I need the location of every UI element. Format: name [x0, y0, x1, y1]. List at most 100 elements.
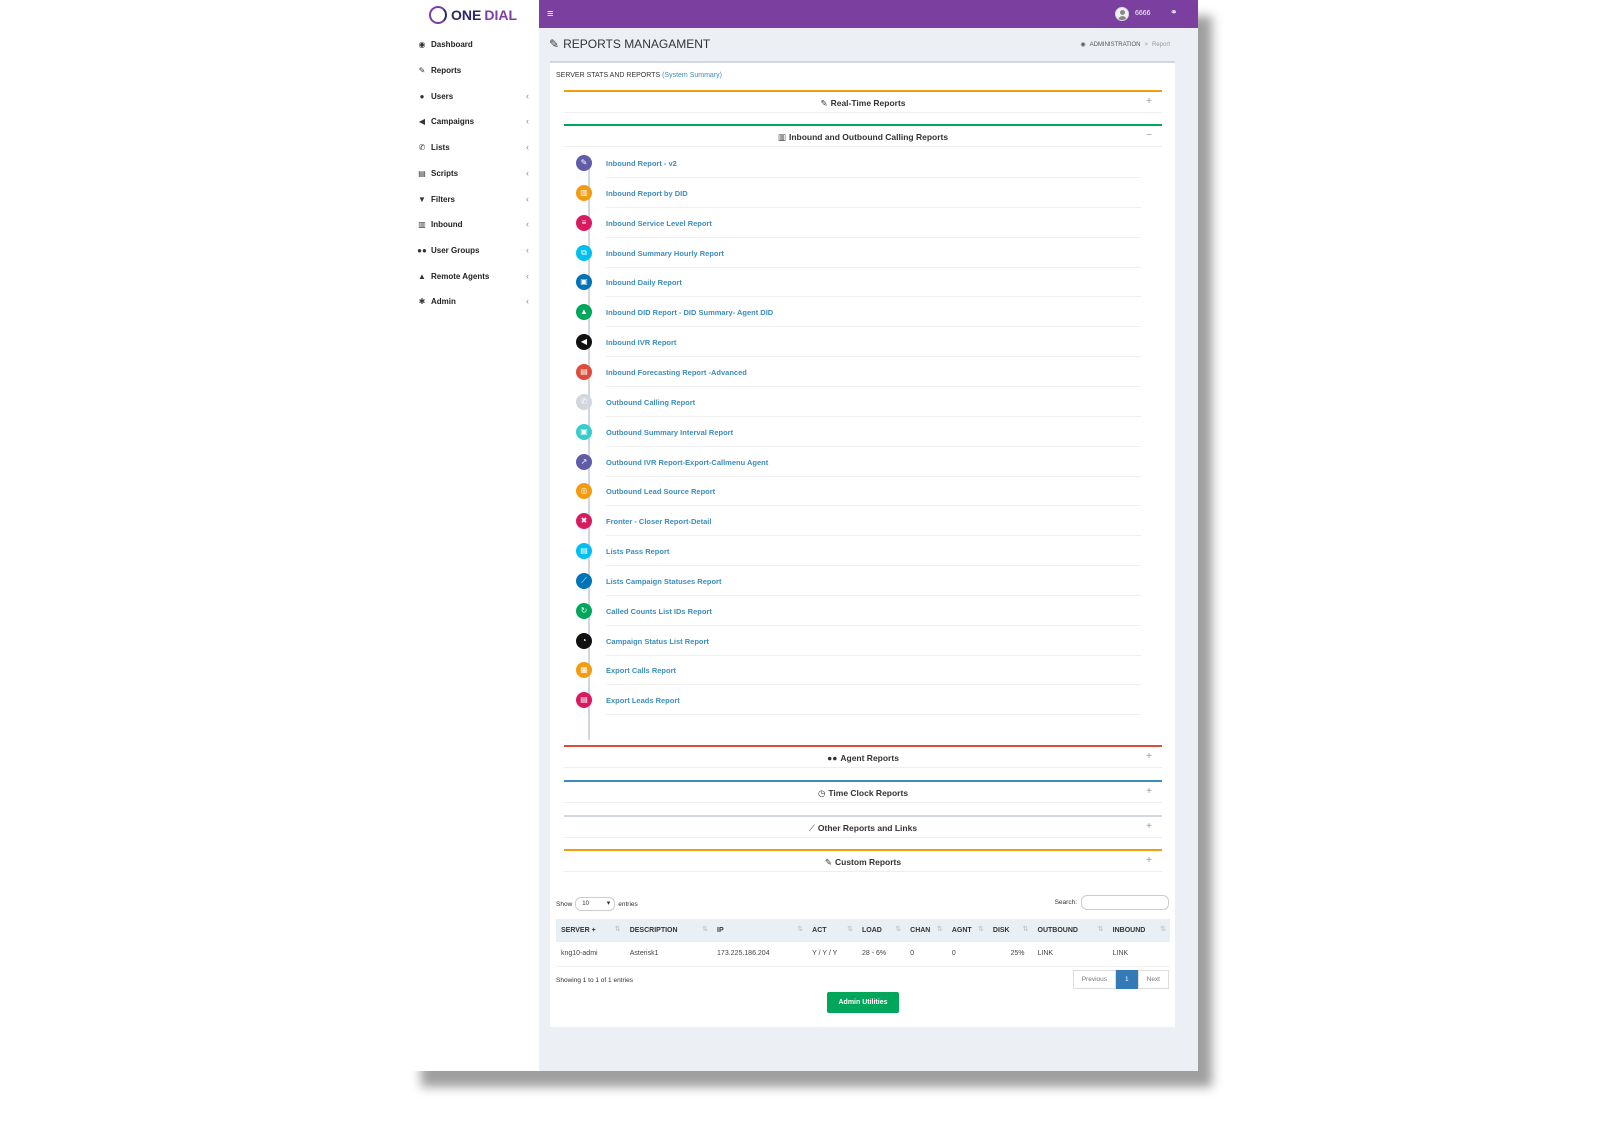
report-list-item: ⟋ Lists Campaign Statuses Report	[576, 570, 1141, 600]
report-link[interactable]: Outbound Summary Interval Report	[606, 428, 733, 437]
report-divider	[606, 505, 1141, 507]
reports-box: SERVER STATS AND REPORTS (System Summary…	[550, 61, 1175, 1027]
panel-title: ◷ Time Clock Reports	[564, 788, 1162, 799]
pagination: Previous 1 Next	[1072, 970, 1169, 989]
column-header[interactable]: AGNT ⇅	[946, 919, 988, 942]
sort-icon[interactable]: ⇅	[797, 925, 803, 933]
report-icon: ◔	[576, 632, 592, 649]
panel-realtime-reports[interactable]: ✎ Real-Time Reports +	[564, 90, 1162, 113]
sidebar-item-admin[interactable]: ✱ Admin ‹	[407, 291, 539, 311]
brand-logo[interactable]: ONE DIAL	[429, 4, 517, 26]
sort-icon[interactable]: ⇅	[978, 925, 984, 933]
column-header[interactable]: OUTBOUND ⇅	[1032, 919, 1108, 942]
entries-select[interactable]: 10	[575, 897, 616, 911]
column-header[interactable]: SERVER + ⇅	[556, 919, 625, 942]
admin-utilities-button[interactable]: Admin Utilities	[827, 992, 899, 1013]
column-header[interactable]: CHAN ⇅	[905, 919, 947, 942]
expand-icon[interactable]: +	[1146, 751, 1152, 762]
report-link[interactable]: Outbound Lead Source Report	[606, 487, 715, 496]
expand-icon[interactable]: +	[1146, 96, 1152, 107]
panel-calling-reports[interactable]: ▥ Inbound and Outbound Calling Reports −	[564, 124, 1162, 147]
report-list-item: ↗ Outbound IVR Report-Export-Callmenu Age…	[576, 451, 1141, 481]
sort-icon[interactable]: ⇅	[1098, 925, 1104, 933]
search-input[interactable]	[1081, 895, 1169, 910]
avatar[interactable]	[1115, 7, 1129, 21]
breadcrumb-administration[interactable]: ADMINISTRATION	[1090, 42, 1141, 48]
report-icon: ▣	[576, 423, 592, 440]
next-page-button[interactable]: Next	[1137, 970, 1169, 989]
report-link[interactable]: Lists Pass Report	[606, 547, 669, 556]
box-heading-text: SERVER STATS AND REPORTS	[556, 72, 661, 79]
sort-icon[interactable]: ⇅	[615, 925, 621, 933]
sort-icon[interactable]: ⇅	[895, 925, 901, 933]
share-icon[interactable]: ⚭	[1170, 7, 1178, 18]
table-cell[interactable]: LINK	[1107, 942, 1170, 967]
column-header-label: OUTBOUND	[1037, 927, 1078, 934]
column-header[interactable]: INBOUND ⇅	[1107, 919, 1170, 942]
report-link[interactable]: Export Calls Report	[606, 666, 676, 675]
username[interactable]: 6666	[1135, 10, 1151, 17]
panel-title: ●● Agent Reports	[564, 753, 1162, 763]
sidebar-item-lists[interactable]: ✆ Lists ‹	[407, 137, 539, 157]
expand-icon[interactable]: +	[1146, 821, 1152, 832]
system-summary-link[interactable]: (System Summary)	[662, 72, 722, 79]
show-label: Show	[556, 900, 573, 908]
previous-page-button[interactable]: Previous	[1072, 970, 1116, 989]
report-link[interactable]: Campaign Status List Report	[606, 637, 709, 646]
breadcrumb-current: Report	[1151, 41, 1170, 48]
column-header[interactable]: LOAD ⇅	[857, 919, 906, 942]
sidebar-item-users[interactable]: ● Users ‹	[407, 86, 539, 106]
report-link[interactable]: Inbound Service Level Report	[606, 219, 712, 228]
report-link[interactable]: Inbound IVR Report	[606, 338, 676, 347]
report-link[interactable]: Inbound Report by DID	[606, 189, 688, 198]
report-link[interactable]: Export Leads Report	[606, 696, 680, 705]
expand-icon[interactable]: +	[1146, 786, 1152, 797]
sidebar-item-scripts[interactable]: ▤ Scripts ‹	[407, 163, 539, 183]
report-link[interactable]: Lists Campaign Statuses Report	[606, 577, 721, 586]
bullhorn-icon: ◀	[418, 116, 426, 126]
chevron-left-icon: ‹	[526, 296, 529, 306]
sidebar-item-reports[interactable]: ✎ Reports	[407, 60, 539, 80]
report-link[interactable]: Inbound Report - v2	[606, 159, 677, 168]
sidebar-item-label: Inbound	[431, 219, 463, 229]
panel-title: ✎ Real-Time Reports	[564, 98, 1162, 109]
sidebar-item-filters[interactable]: ▼ Filters ‹	[407, 189, 539, 209]
report-icon: ✖	[576, 513, 592, 530]
sort-icon[interactable]: ⇅	[702, 925, 708, 933]
report-link[interactable]: Fronter - Closer Report-Detail	[606, 517, 711, 526]
table-search: Search:	[1055, 895, 1169, 910]
table-cell[interactable]: LINK	[1032, 942, 1108, 967]
sidebar-item-remote-agents[interactable]: ▲ Remote Agents ‹	[407, 266, 539, 286]
panel-custom-reports[interactable]: ✎ Custom Reports +	[564, 849, 1162, 872]
report-link[interactable]: Outbound IVR Report-Export-Callmenu Agen…	[606, 458, 768, 467]
report-link[interactable]: Inbound Daily Report	[606, 278, 682, 287]
page-1-button[interactable]: 1	[1116, 970, 1138, 989]
sidebar-item-user-groups[interactable]: ●● User Groups ‹	[407, 240, 539, 260]
panel-other-reports[interactable]: ⟋ Other Reports and Links +	[564, 815, 1162, 838]
report-link[interactable]: Called Counts List IDs Report	[606, 607, 712, 616]
column-header[interactable]: DISK ⇅	[987, 919, 1033, 942]
sidebar-item-dashboard[interactable]: ◉ Dashboard	[407, 34, 539, 54]
sidebar-item-inbound[interactable]: ▥ Inbound ‹	[407, 214, 539, 234]
sort-icon[interactable]: ⇅	[1160, 925, 1166, 933]
report-link[interactable]: Outbound Calling Report	[606, 398, 695, 407]
report-icon: ▦	[576, 662, 592, 679]
column-header[interactable]: ACT ⇅	[807, 919, 858, 942]
report-link[interactable]: Inbound DID Report - DID Summary- Agent …	[606, 308, 773, 317]
expand-icon[interactable]: +	[1146, 855, 1152, 866]
panel-agent-reports[interactable]: ●● Agent Reports +	[564, 745, 1162, 768]
sidebar-item-campaigns[interactable]: ◀ Campaigns ‹	[407, 111, 539, 131]
panel-time-clock-reports[interactable]: ◷ Time Clock Reports +	[564, 780, 1162, 803]
column-header[interactable]: DESCRIPTION ⇅	[624, 919, 713, 942]
report-link[interactable]: Inbound Forecasting Report -Advanced	[606, 368, 747, 377]
report-icon: ↗	[576, 453, 592, 470]
report-list-item: ▤ Inbound Forecasting Report -Advanced	[576, 361, 1141, 391]
sort-icon[interactable]: ⇅	[847, 925, 853, 933]
sort-icon[interactable]: ⇅	[1023, 925, 1029, 933]
report-link[interactable]: Inbound Summary Hourly Report	[606, 249, 724, 258]
dashboard-icon: ◉	[1080, 42, 1086, 48]
hamburger-icon[interactable]: ≡	[547, 8, 553, 20]
collapse-icon[interactable]: −	[1146, 130, 1152, 141]
column-header[interactable]: IP ⇅	[712, 919, 808, 942]
sort-icon[interactable]: ⇅	[937, 925, 943, 933]
